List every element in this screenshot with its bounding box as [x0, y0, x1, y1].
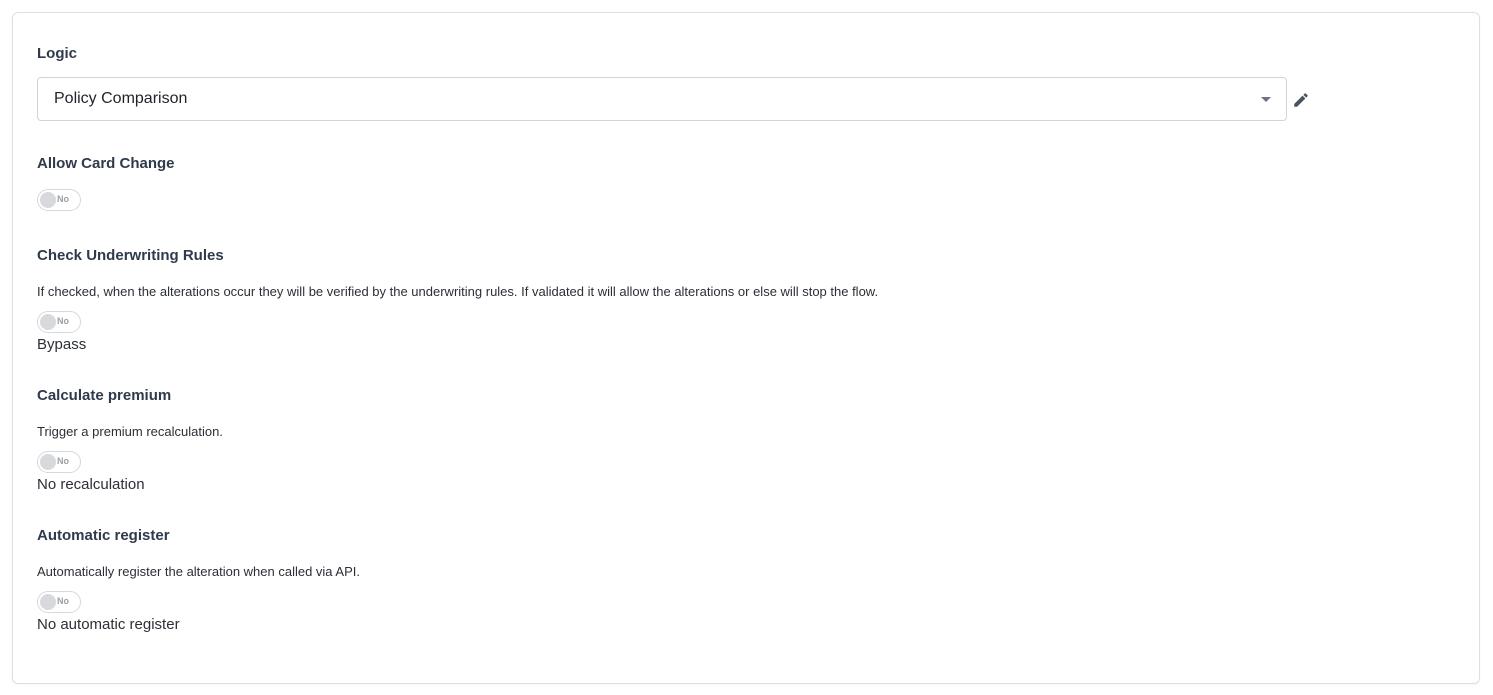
check-underwriting-label: Check Underwriting Rules [37, 247, 224, 264]
toggle-state-text: No [57, 194, 69, 204]
toggle-knob [40, 314, 56, 330]
pencil-icon[interactable] [1292, 91, 1310, 109]
toggle-knob [40, 454, 56, 470]
automatic-register-status: No automatic register [37, 616, 180, 633]
allow-card-change-toggle[interactable]: No [37, 189, 81, 211]
toggle-knob [40, 594, 56, 610]
toggle-knob [40, 192, 56, 208]
calculate-premium-label: Calculate premium [37, 387, 172, 404]
calculate-premium-toggle[interactable]: No [37, 451, 81, 473]
chevron-down-icon [1261, 97, 1271, 102]
allow-card-change-label: Allow Card Change [37, 155, 175, 172]
toggle-state-text: No [57, 316, 69, 326]
check-underwriting-description: If checked, when the alterations occur t… [37, 284, 879, 299]
automatic-register-toggle[interactable]: No [37, 591, 81, 613]
automatic-register-label: Automatic register [37, 527, 170, 544]
logic-selected-value: Policy Comparison [54, 90, 188, 107]
toggle-state-text: No [57, 456, 69, 466]
logic-select[interactable]: Policy Comparison [37, 77, 1287, 121]
logic-label: Logic [37, 45, 77, 62]
settings-card: Logic Policy Comparison Allow Card Chang… [12, 12, 1480, 684]
check-underwriting-status: Bypass [37, 336, 87, 353]
check-underwriting-toggle[interactable]: No [37, 311, 81, 333]
calculate-premium-status: No recalculation [37, 476, 145, 493]
toggle-state-text: No [57, 596, 69, 606]
automatic-register-description: Automatically register the alteration wh… [37, 564, 361, 579]
calculate-premium-description: Trigger a premium recalculation. [37, 424, 223, 439]
